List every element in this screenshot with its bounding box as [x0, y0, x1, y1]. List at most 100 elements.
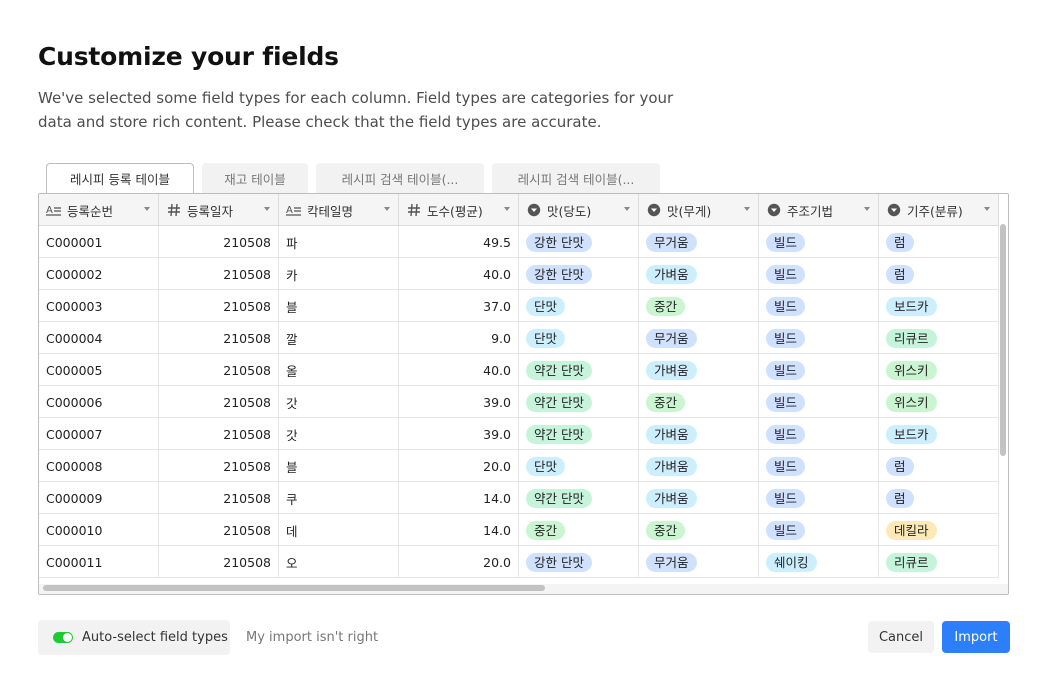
column-header[interactable]: 맛(무게) [639, 194, 759, 226]
table-cell: 210508 [159, 322, 279, 354]
table-cell: 강한 단맛 [519, 546, 639, 578]
cancel-button[interactable]: Cancel [868, 621, 934, 653]
column-header[interactable]: 도수(평균) [399, 194, 519, 226]
tab-table-1[interactable]: 레시피 등록 테이블 [46, 163, 194, 193]
select-option-pill: 약간 단맛 [526, 488, 592, 508]
number-icon [406, 202, 422, 218]
select-option-pill: 쉐이킹 [766, 552, 817, 572]
preview-grid: A 등록순번 등록일자 A 칵테일명 도수(평균) 맛(당도) 맛(무게) 주조기법 기주(분류)… [38, 193, 1009, 595]
tab-table-2[interactable]: 재고 테이블 [202, 163, 308, 193]
column-header[interactable]: 주조기법 [759, 194, 879, 226]
column-header-label: 등록순번 [67, 203, 114, 219]
table-cell: 210508 [159, 450, 279, 482]
table-cell: 210508 [159, 482, 279, 514]
tab-table-3[interactable]: 레시피 검색 테이블(... [316, 163, 484, 193]
select-option-pill: 빌드 [766, 488, 806, 508]
column-header-label: 맛(당도) [547, 203, 592, 219]
table-cell: 40.0 [399, 258, 519, 290]
table-cell: 무거움 [639, 226, 759, 258]
table-cell: 40.0 [399, 354, 519, 386]
table-cell: C000007 [39, 418, 159, 450]
table-cell: 중간 [639, 514, 759, 546]
table-cell: 49.5 [399, 226, 519, 258]
table-cell: 빌드 [759, 258, 879, 290]
table-cell: 블 [279, 290, 399, 322]
select-option-pill: 약간 단맛 [526, 360, 592, 380]
column-header-label: 등록일자 [187, 203, 234, 219]
auto-select-button[interactable]: Auto-select field types [38, 620, 230, 655]
table-cell: 단맛 [519, 322, 639, 354]
table-cell: 깔 [279, 322, 399, 354]
table-cell: 210508 [159, 514, 279, 546]
table-cell: 210508 [159, 226, 279, 258]
table-row: C000001 210508 파 49.5 강한 단맛 무거움 빌드 럼 [39, 226, 999, 258]
table-cell: 210508 [159, 418, 279, 450]
select-option-pill: 빌드 [766, 328, 806, 348]
table-cell: 보드카 [879, 290, 999, 322]
select-option-pill: 단맛 [526, 328, 566, 348]
single-select-icon [886, 202, 902, 218]
table-cell: C000002 [39, 258, 159, 290]
chevron-down-icon[interactable] [984, 207, 990, 211]
table-cell: 리큐르 [879, 322, 999, 354]
select-option-pill: 강한 단맛 [526, 552, 592, 572]
table-cell: C000004 [39, 322, 159, 354]
table-cell: 강한 단맛 [519, 226, 639, 258]
select-option-pill: 단맛 [526, 296, 566, 316]
table-cell: 가벼움 [639, 450, 759, 482]
select-option-pill: 빌드 [766, 264, 806, 284]
table-cell: 데 [279, 514, 399, 546]
chevron-down-icon[interactable] [504, 207, 510, 211]
chevron-down-icon[interactable] [624, 207, 630, 211]
toggle-switch[interactable] [53, 632, 73, 643]
table-cell: 39.0 [399, 386, 519, 418]
table-cell: 블 [279, 450, 399, 482]
import-wrong-link[interactable]: My import isn't right [246, 630, 378, 645]
chevron-down-icon[interactable] [864, 207, 870, 211]
column-header[interactable]: A 칵테일명 [279, 194, 399, 226]
column-header-label: 주조기법 [787, 203, 834, 219]
table-cell: 쿠 [279, 482, 399, 514]
select-option-pill: 중간 [646, 392, 686, 412]
table-cell: 쉐이킹 [759, 546, 879, 578]
select-option-pill: 빌드 [766, 360, 806, 380]
column-header[interactable]: A 등록순번 [39, 194, 159, 226]
table-tabs: 레시피 등록 테이블 재고 테이블 레시피 검색 테이블(... 레시피 검색 … [46, 163, 660, 193]
table-cell: 약간 단맛 [519, 482, 639, 514]
tab-table-4[interactable]: 레시피 검색 테이블(... [492, 163, 660, 193]
table-cell: 갓 [279, 386, 399, 418]
select-option-pill: 빌드 [766, 520, 806, 540]
column-header[interactable]: 기주(분류) [879, 194, 999, 226]
column-header[interactable]: 등록일자 [159, 194, 279, 226]
chevron-down-icon[interactable] [744, 207, 750, 211]
table-cell: 오 [279, 546, 399, 578]
select-option-pill: 리큐르 [886, 328, 937, 348]
select-option-pill: 럼 [886, 488, 914, 508]
grid-content: A 등록순번 등록일자 A 칵테일명 도수(평균) 맛(당도) 맛(무게) 주조기법 기주(분류)… [39, 194, 999, 578]
table-row: C000004 210508 깔 9.0 단맛 무거움 빌드 리큐르 [39, 322, 999, 354]
chevron-down-icon[interactable] [144, 207, 150, 211]
toggle-knob [63, 633, 72, 642]
table-cell: 럼 [879, 482, 999, 514]
import-button[interactable]: Import [942, 621, 1010, 653]
select-option-pill: 럼 [886, 264, 914, 284]
column-header[interactable]: 맛(당도) [519, 194, 639, 226]
select-option-pill: 빌드 [766, 424, 806, 444]
chevron-down-icon[interactable] [384, 207, 390, 211]
column-header-label: 칵테일명 [307, 203, 354, 219]
table-cell: 중간 [519, 514, 639, 546]
table-row: C000003 210508 블 37.0 단맛 중간 빌드 보드카 [39, 290, 999, 322]
vertical-scrollbar[interactable] [1000, 224, 1006, 456]
select-option-pill: 빌드 [766, 232, 806, 252]
table-cell: 갓 [279, 418, 399, 450]
table-row: C000006 210508 갓 39.0 약간 단맛 중간 빌드 위스키 [39, 386, 999, 418]
table-cell: 빌드 [759, 354, 879, 386]
select-option-pill: 위스키 [886, 392, 937, 412]
table-cell: 9.0 [399, 322, 519, 354]
svg-text:A: A [286, 205, 293, 216]
table-cell: 무거움 [639, 322, 759, 354]
chevron-down-icon[interactable] [264, 207, 270, 211]
horizontal-scrollbar[interactable] [43, 585, 545, 591]
select-option-pill: 강한 단맛 [526, 232, 592, 252]
table-cell: 약간 단맛 [519, 354, 639, 386]
